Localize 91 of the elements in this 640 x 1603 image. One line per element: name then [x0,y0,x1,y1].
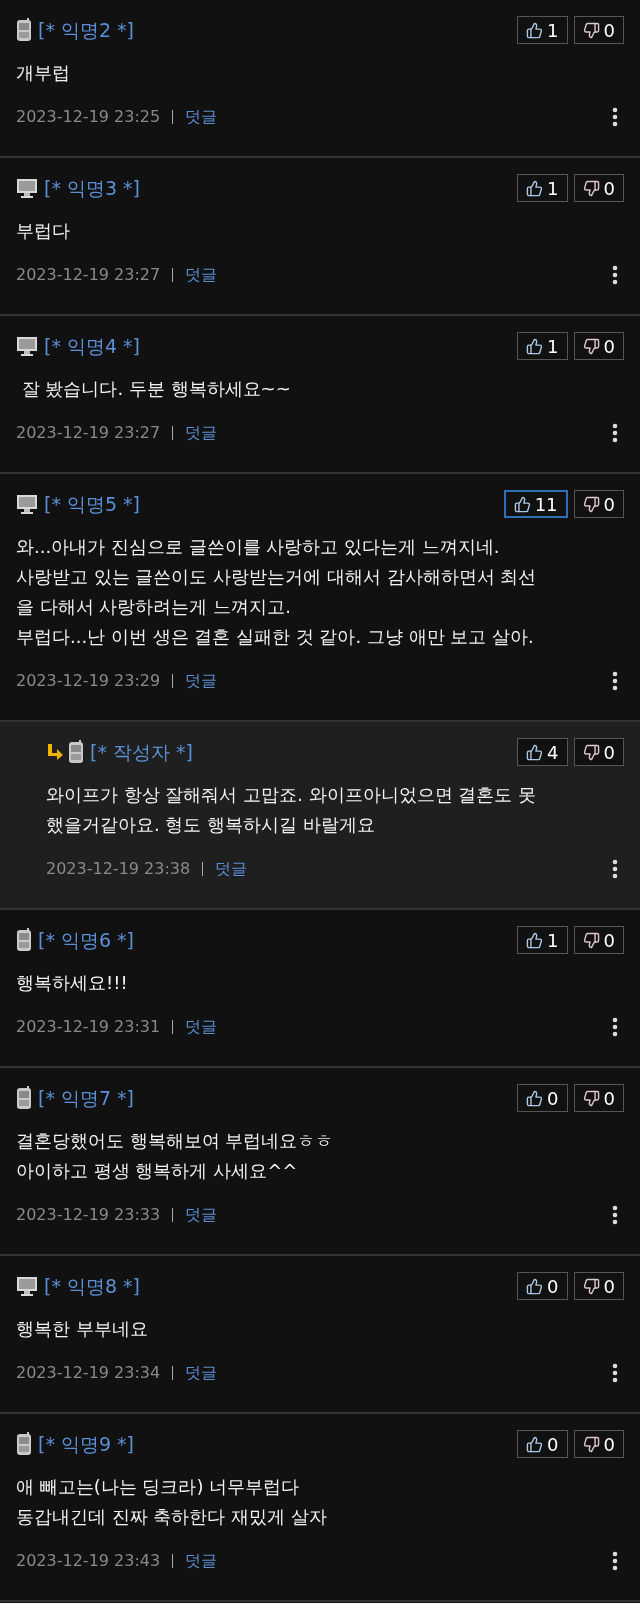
monitor-icon [16,177,38,199]
more-options-icon[interactable] [612,1205,618,1225]
dislike-button[interactable]: 0 [573,1272,624,1300]
comment-text: 행복하세요!!! [16,971,129,995]
more-options-icon[interactable] [612,1017,618,1037]
thumbs-up-icon [526,1435,544,1453]
like-button[interactable]: 1 [517,16,568,44]
thumbs-up-icon [526,931,544,949]
comment-date: 2023-12-19 23:43 [16,1550,161,1572]
comment-text: 결혼당했어도 행복해보여 부럽네요ㅎㅎ 아이하고 평생 행복하게 사세요^^ [16,1129,335,1183]
phone-icon [16,18,32,42]
dislike-button[interactable]: 0 [573,738,624,766]
comment-text: 개부럽 [16,61,71,85]
comment-text: 행복한 부부네요 [16,1317,149,1341]
thumbs-down-icon [582,743,600,761]
reply-link[interactable]: 덧글 [185,105,218,129]
more-options-icon[interactable] [612,859,618,879]
like-button[interactable]: 1 [517,926,568,954]
comment-date: 2023-12-19 23:34 [16,1362,161,1384]
reply-link[interactable]: 덧글 [185,669,218,693]
comment-date: 2023-12-19 23:38 [46,858,191,880]
more-options-icon[interactable] [612,265,618,285]
comment-date: 2023-12-19 23:25 [16,106,161,128]
comment-text: 와이프가 항상 잘해줘서 고맙죠. 와이프아니었으면 결혼도 못 했을거같아요. 형도 행복하시길 바랄게요 [46,783,538,837]
like-button[interactable]: 1 [517,332,568,360]
thumbs-up-icon [513,495,531,513]
more-options-icon[interactable] [612,423,618,443]
dislike-button[interactable]: 0 [573,332,624,360]
reply-arrow-icon [46,743,64,761]
reply-link[interactable]: 덧글 [185,1361,218,1385]
author-name: [* 익명2 *] [38,17,134,43]
reply-link[interactable]: 덧글 [215,857,248,881]
thumbs-up-icon [526,1277,544,1295]
dislike-button[interactable]: 0 [573,1084,624,1112]
thumbs-down-icon [582,21,600,39]
thumbs-down-icon [582,495,600,513]
thumbs-up-icon [526,743,544,761]
thumbs-up-icon [526,337,544,355]
more-options-icon[interactable] [612,1551,618,1571]
reply-link[interactable]: 덧글 [185,1015,218,1039]
author-name: [* 익명5 *] [44,491,140,517]
comment-date: 2023-12-19 23:33 [16,1204,161,1226]
more-options-icon[interactable] [612,671,618,691]
reply-link[interactable]: 덧글 [185,421,218,445]
more-options-icon[interactable] [612,1363,618,1383]
author-name: [* 익명7 *] [38,1085,134,1111]
author-name: [* 익명4 *] [44,333,140,359]
author-name: [* 익명3 *] [44,175,140,201]
comment-text: 잘 봤습니다. 두분 행복하세요~~ [20,377,292,401]
phone-icon [68,740,84,764]
dislike-button[interactable]: 0 [573,1430,624,1458]
phone-icon [16,1086,32,1110]
thumbs-down-icon [582,931,600,949]
author-name: [* 익명6 *] [38,927,134,953]
more-options-icon[interactable] [612,107,618,127]
phone-icon [16,928,32,952]
thumbs-down-icon [582,179,600,197]
reply-link[interactable]: 덧글 [185,1549,218,1573]
like-button[interactable]: 0 [517,1430,568,1458]
comment-text: 와...아내가 진심으로 글쓴이를 사랑하고 있다는게 느껴지네. 사랑받고 있는 글쓴이도 사랑받는거에 대해서 감사해하면서 최선 을 다해서 사랑하려는게 느껴지고. 부럽다...난 이번 생은 결혼 실패한 것 같아. 그냥 애만 보고 살아. [16,535,538,649]
dislike-button[interactable]: 0 [573,16,624,44]
comment-text: 애 빼고는(나는 딩크라) 너무부럽다 동갑내긴데 진짜 축하한다 재밌게 살자 [16,1475,328,1529]
author-name: [* 익명9 *] [38,1431,134,1457]
reply-link[interactable]: 덧글 [185,1203,218,1227]
comment-date: 2023-12-19 23:27 [16,422,161,444]
author-name: [* 익명8 *] [44,1273,140,1299]
dislike-button[interactable]: 0 [573,926,624,954]
like-button[interactable]: 4 [517,738,568,766]
author-name: [* 작성자 *] [90,739,193,765]
monitor-icon [16,335,38,357]
thumbs-up-icon [526,21,544,39]
comment-text: 부럽다 [16,219,71,243]
monitor-icon [16,1275,38,1297]
thumbs-down-icon [582,1435,600,1453]
monitor-icon [16,493,38,515]
dislike-button[interactable]: 0 [573,490,624,518]
comment-date: 2023-12-19 23:31 [16,1016,161,1038]
thumbs-down-icon [582,337,600,355]
thumbs-down-icon [582,1277,600,1295]
thumbs-down-icon [582,1089,600,1107]
reply-link[interactable]: 덧글 [185,263,218,287]
thumbs-up-icon [526,1089,544,1107]
comment-date: 2023-12-19 23:27 [16,264,161,286]
like-button[interactable]: 1 [517,174,568,202]
comment-date: 2023-12-19 23:29 [16,670,161,692]
like-button[interactable]: 0 [517,1272,568,1300]
like-button[interactable]: 0 [517,1084,568,1112]
like-button[interactable]: 11 [503,490,568,518]
dislike-button[interactable]: 0 [573,174,624,202]
phone-icon [16,1432,32,1456]
thumbs-up-icon [526,179,544,197]
